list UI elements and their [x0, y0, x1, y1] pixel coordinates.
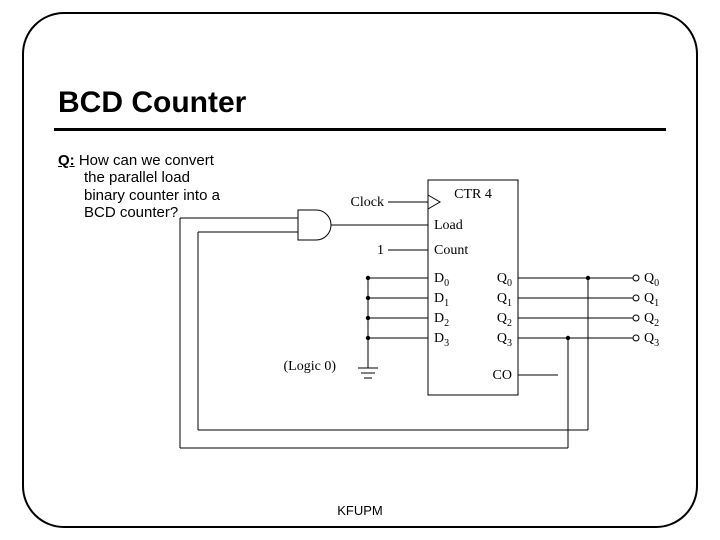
terminal-q2	[633, 315, 639, 321]
counter-block	[428, 180, 518, 395]
label-one: 1	[377, 243, 384, 258]
footer-text: KFUPM	[0, 503, 720, 518]
question-line1: How can we convert	[79, 152, 214, 169]
label-q1-out: Q1	[644, 291, 659, 309]
node-d3	[366, 336, 370, 340]
label-q0-out: Q0	[644, 271, 659, 289]
slide-title: BCD Counter	[58, 86, 246, 120]
terminal-q3	[633, 335, 639, 341]
label-co: CO	[493, 368, 512, 383]
terminal-q0	[633, 275, 639, 281]
terminal-q1	[633, 295, 639, 301]
label-clock: Clock	[351, 195, 384, 210]
label-logic0: (Logic 0)	[284, 359, 337, 374]
question-prefix: Q:	[58, 152, 75, 169]
label-q2-out: Q2	[644, 311, 659, 329]
label-q3-out: Q3	[644, 331, 659, 349]
and-gate-icon	[298, 210, 331, 240]
block-label: CTR 4	[454, 187, 492, 202]
label-load: Load	[434, 218, 463, 233]
slide: BCD Counter Q: How can we convert the pa…	[0, 0, 720, 540]
node-d1	[366, 296, 370, 300]
title-underline	[54, 128, 666, 131]
node-d2	[366, 316, 370, 320]
node-d0	[366, 276, 370, 280]
label-count: Count	[434, 243, 468, 258]
circuit-diagram: CTR 4 Clock Load Count 1 D0 D1 D2 D3	[158, 170, 678, 480]
